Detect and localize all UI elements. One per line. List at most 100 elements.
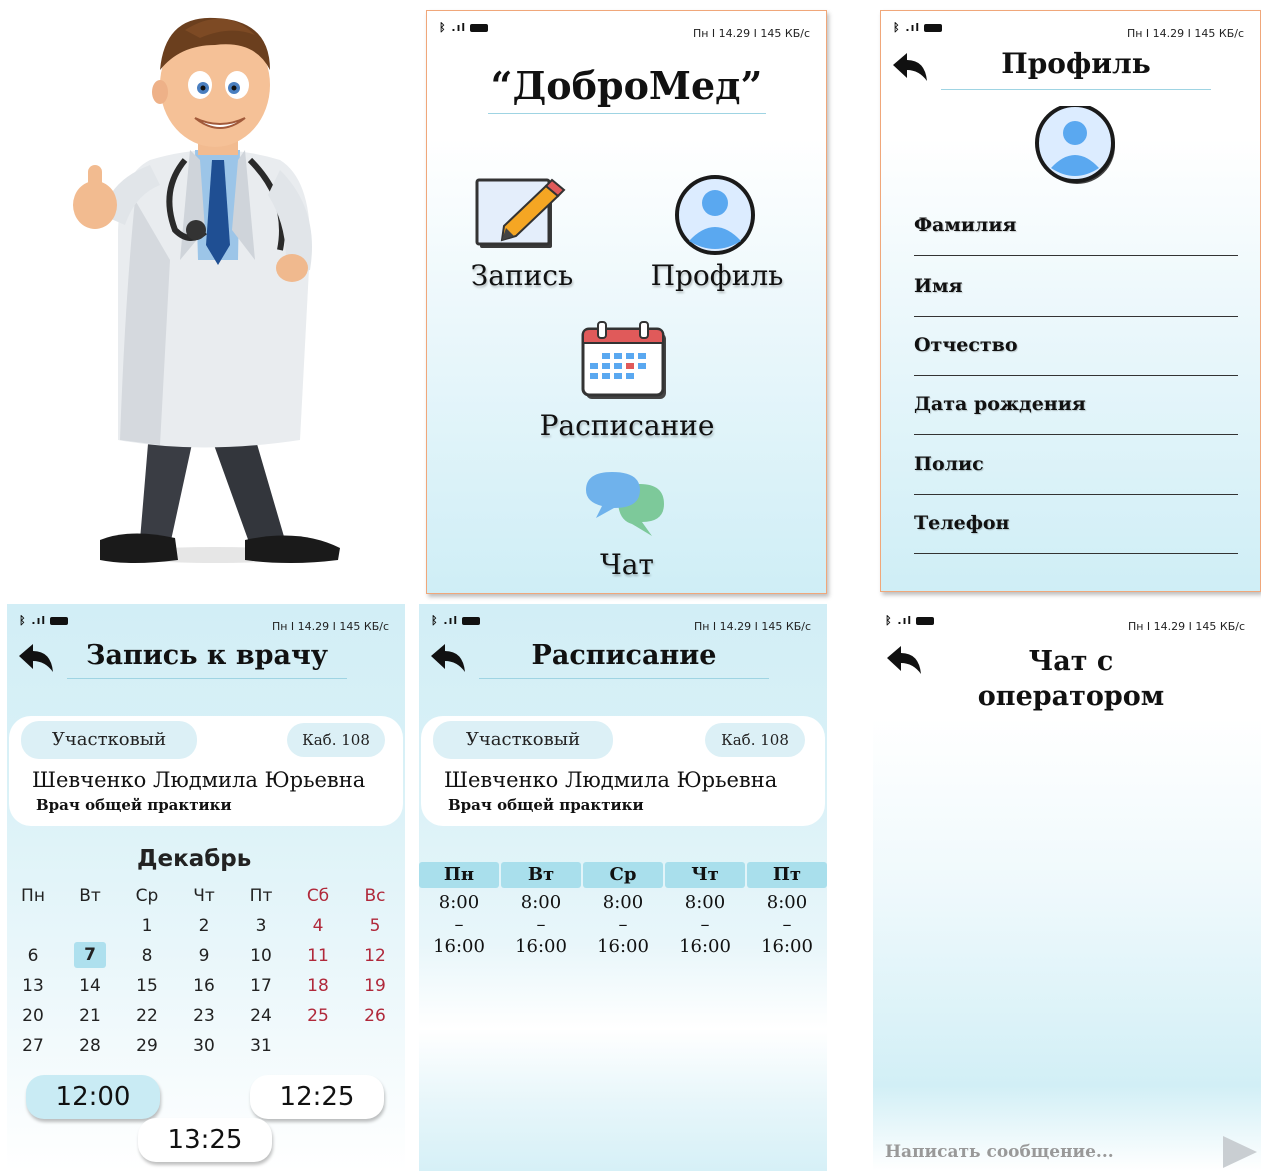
calendar-day[interactable]: 18	[298, 976, 338, 996]
menu-item-profile[interactable]: Профиль	[632, 171, 802, 301]
calendar-day[interactable]: 17	[241, 976, 281, 996]
schedule-header-thu: Чт	[665, 862, 745, 888]
title-divider	[479, 678, 769, 679]
calendar-day[interactable]: 20	[13, 1006, 53, 1026]
battery-icon	[470, 24, 489, 32]
calendar-day[interactable]: 7	[74, 942, 106, 968]
schedule-header-wed: Ср	[583, 862, 663, 888]
weekday-mon: Пн	[21, 886, 45, 906]
back-arrow-icon[interactable]	[891, 51, 929, 83]
status-info: Пн I 14.29 I 145 КБ/с	[1126, 27, 1244, 40]
time-slot-1325[interactable]: 13:25	[138, 1118, 272, 1162]
status-info: Пн I 14.29 I 145 КБ/с	[271, 620, 389, 633]
schedule-hours-thu: 8:00–16:00	[679, 892, 731, 957]
menu-label-chat: Чат	[600, 548, 654, 581]
calendar-day[interactable]: 24	[241, 1006, 281, 1026]
menu-label-appointment: Запись	[470, 259, 574, 292]
weekday-thu: Чт	[193, 886, 215, 906]
time-slot-1225[interactable]: 12:25	[250, 1075, 384, 1119]
calendar-day[interactable]: 8	[127, 946, 167, 966]
menu-label-profile: Профиль	[650, 259, 784, 292]
calendar-day[interactable]: 27	[13, 1036, 53, 1056]
calendar-day[interactable]: 30	[184, 1036, 224, 1056]
calendar-day[interactable]: 13	[13, 976, 53, 996]
calendar-day[interactable]: 10	[241, 946, 281, 966]
calendar-day[interactable]: 26	[355, 1006, 395, 1026]
doctor-name: Шевченко Людмила Юрьевна	[444, 768, 778, 792]
menu-item-chat[interactable]: Чат	[557, 466, 697, 586]
calendar-day[interactable]: 9	[184, 946, 224, 966]
calendar-day[interactable]: 6	[13, 946, 53, 966]
field-birth-date[interactable]: Дата рождения	[914, 385, 1238, 435]
schedule-hours-fri: 8:00–16:00	[761, 892, 813, 957]
menu-item-schedule[interactable]: Расписание	[517, 321, 737, 446]
appointment-screen: ᛒ .ıl Пн I 14.29 I 145 КБ/с Запись к вра…	[7, 604, 405, 1171]
doctor-illustration	[0, 0, 420, 590]
back-arrow-icon[interactable]	[17, 642, 55, 674]
title-divider	[488, 113, 766, 114]
calendar-day[interactable]: 14	[70, 976, 110, 996]
avatar-icon[interactable]	[1029, 106, 1125, 186]
status-info: Пн I 14.29 I 145 КБ/с	[692, 27, 810, 40]
signal-indicator: ᛒ .ıl	[893, 21, 943, 34]
battery-icon	[924, 24, 943, 32]
battery-icon	[50, 617, 69, 625]
calendar-day[interactable]: 31	[241, 1036, 281, 1056]
title-divider	[941, 89, 1211, 90]
status-bar: ᛒ .ıl Пн I 14.29 I 145 КБ/с	[7, 604, 405, 633]
signal-indicator: ᛒ .ıl	[885, 614, 935, 627]
field-phone[interactable]: Телефон	[914, 504, 1238, 554]
calendar-grid: Пн Вт Ср Чт Пт Сб Вс 1 2 3 4 5 6 7 8 9 10 11 12 13 14…	[7, 886, 405, 1056]
field-policy[interactable]: Полис	[914, 445, 1238, 495]
calendar-day[interactable]: 2	[184, 916, 224, 936]
doctor-card[interactable]: Участковый Каб. 108 Шевченко Людмила Юрь…	[421, 716, 825, 826]
calendar-day[interactable]: 11	[298, 946, 338, 966]
menu-item-appointment[interactable]: Запись	[457, 171, 587, 301]
calendar-icon	[581, 321, 666, 399]
calendar-day[interactable]: 12	[355, 946, 395, 966]
status-bar: ᛒ .ıl Пн I 14.29 I 145 КБ/с	[427, 11, 826, 40]
doctor-name: Шевченко Людмила Юрьевна	[32, 768, 366, 792]
schedule-screen: ᛒ .ıl Пн I 14.29 I 145 КБ/с Расписание У…	[419, 604, 827, 1171]
calendar-day[interactable]: 4	[298, 916, 338, 936]
signal-indicator: ᛒ .ıl	[439, 21, 489, 34]
calendar-day[interactable]: 25	[298, 1006, 338, 1026]
calendar-day[interactable]: 28	[70, 1036, 110, 1056]
page-title: Чат с оператором	[977, 646, 1165, 712]
calendar-day[interactable]: 19	[355, 976, 395, 996]
calendar-day[interactable]: 16	[184, 976, 224, 996]
send-icon[interactable]	[1219, 1132, 1259, 1171]
schedule-hours-wed: 8:00–16:00	[597, 892, 649, 957]
chat-screen: ᛒ .ıl Пн I 14.29 I 145 КБ/с Чат с операт…	[873, 604, 1261, 1171]
calendar-day[interactable]: 15	[127, 976, 167, 996]
schedule-header-tue: Вт	[501, 862, 581, 888]
back-arrow-icon[interactable]	[885, 644, 923, 676]
message-input[interactable]: Написать сообщение...	[885, 1142, 1114, 1162]
calendar-month: Декабрь	[137, 846, 252, 872]
doctor-type-badge: Участковый	[21, 721, 197, 759]
schedule-hours-tue: 8:00–16:00	[515, 892, 567, 957]
status-bar: ᛒ .ıl Пн I 14.29 I 145 КБ/с	[881, 11, 1260, 40]
calendar-day[interactable]: 29	[127, 1036, 167, 1056]
weekday-sun: Вс	[364, 886, 386, 906]
main-menu-screen: ᛒ .ıl Пн I 14.29 I 145 КБ/с “ДоброМед” З…	[426, 10, 827, 594]
weekday-sat: Сб	[306, 886, 330, 906]
field-patronymic[interactable]: Отчество	[914, 326, 1238, 376]
time-slot-1200[interactable]: 12:00	[26, 1075, 160, 1119]
weekday-tue: Вт	[79, 886, 101, 906]
weekday-wed: Ср	[135, 886, 159, 906]
back-arrow-icon[interactable]	[429, 642, 467, 674]
calendar-day[interactable]: 22	[127, 1006, 167, 1026]
field-first-name[interactable]: Имя	[914, 267, 1238, 317]
chat-icon	[586, 472, 664, 536]
calendar-day[interactable]: 23	[184, 1006, 224, 1026]
calendar-day[interactable]: 3	[241, 916, 281, 936]
app-title: “ДоброМед”	[490, 63, 763, 108]
doctor-card[interactable]: Участковый Каб. 108 Шевченко Людмила Юрь…	[9, 716, 403, 826]
calendar-day[interactable]: 5	[355, 916, 395, 936]
battery-icon	[916, 617, 935, 625]
menu-label-schedule: Расписание	[539, 409, 715, 442]
calendar-day[interactable]: 21	[70, 1006, 110, 1026]
field-last-name[interactable]: Фамилия	[914, 206, 1238, 256]
calendar-day[interactable]: 1	[127, 916, 167, 936]
